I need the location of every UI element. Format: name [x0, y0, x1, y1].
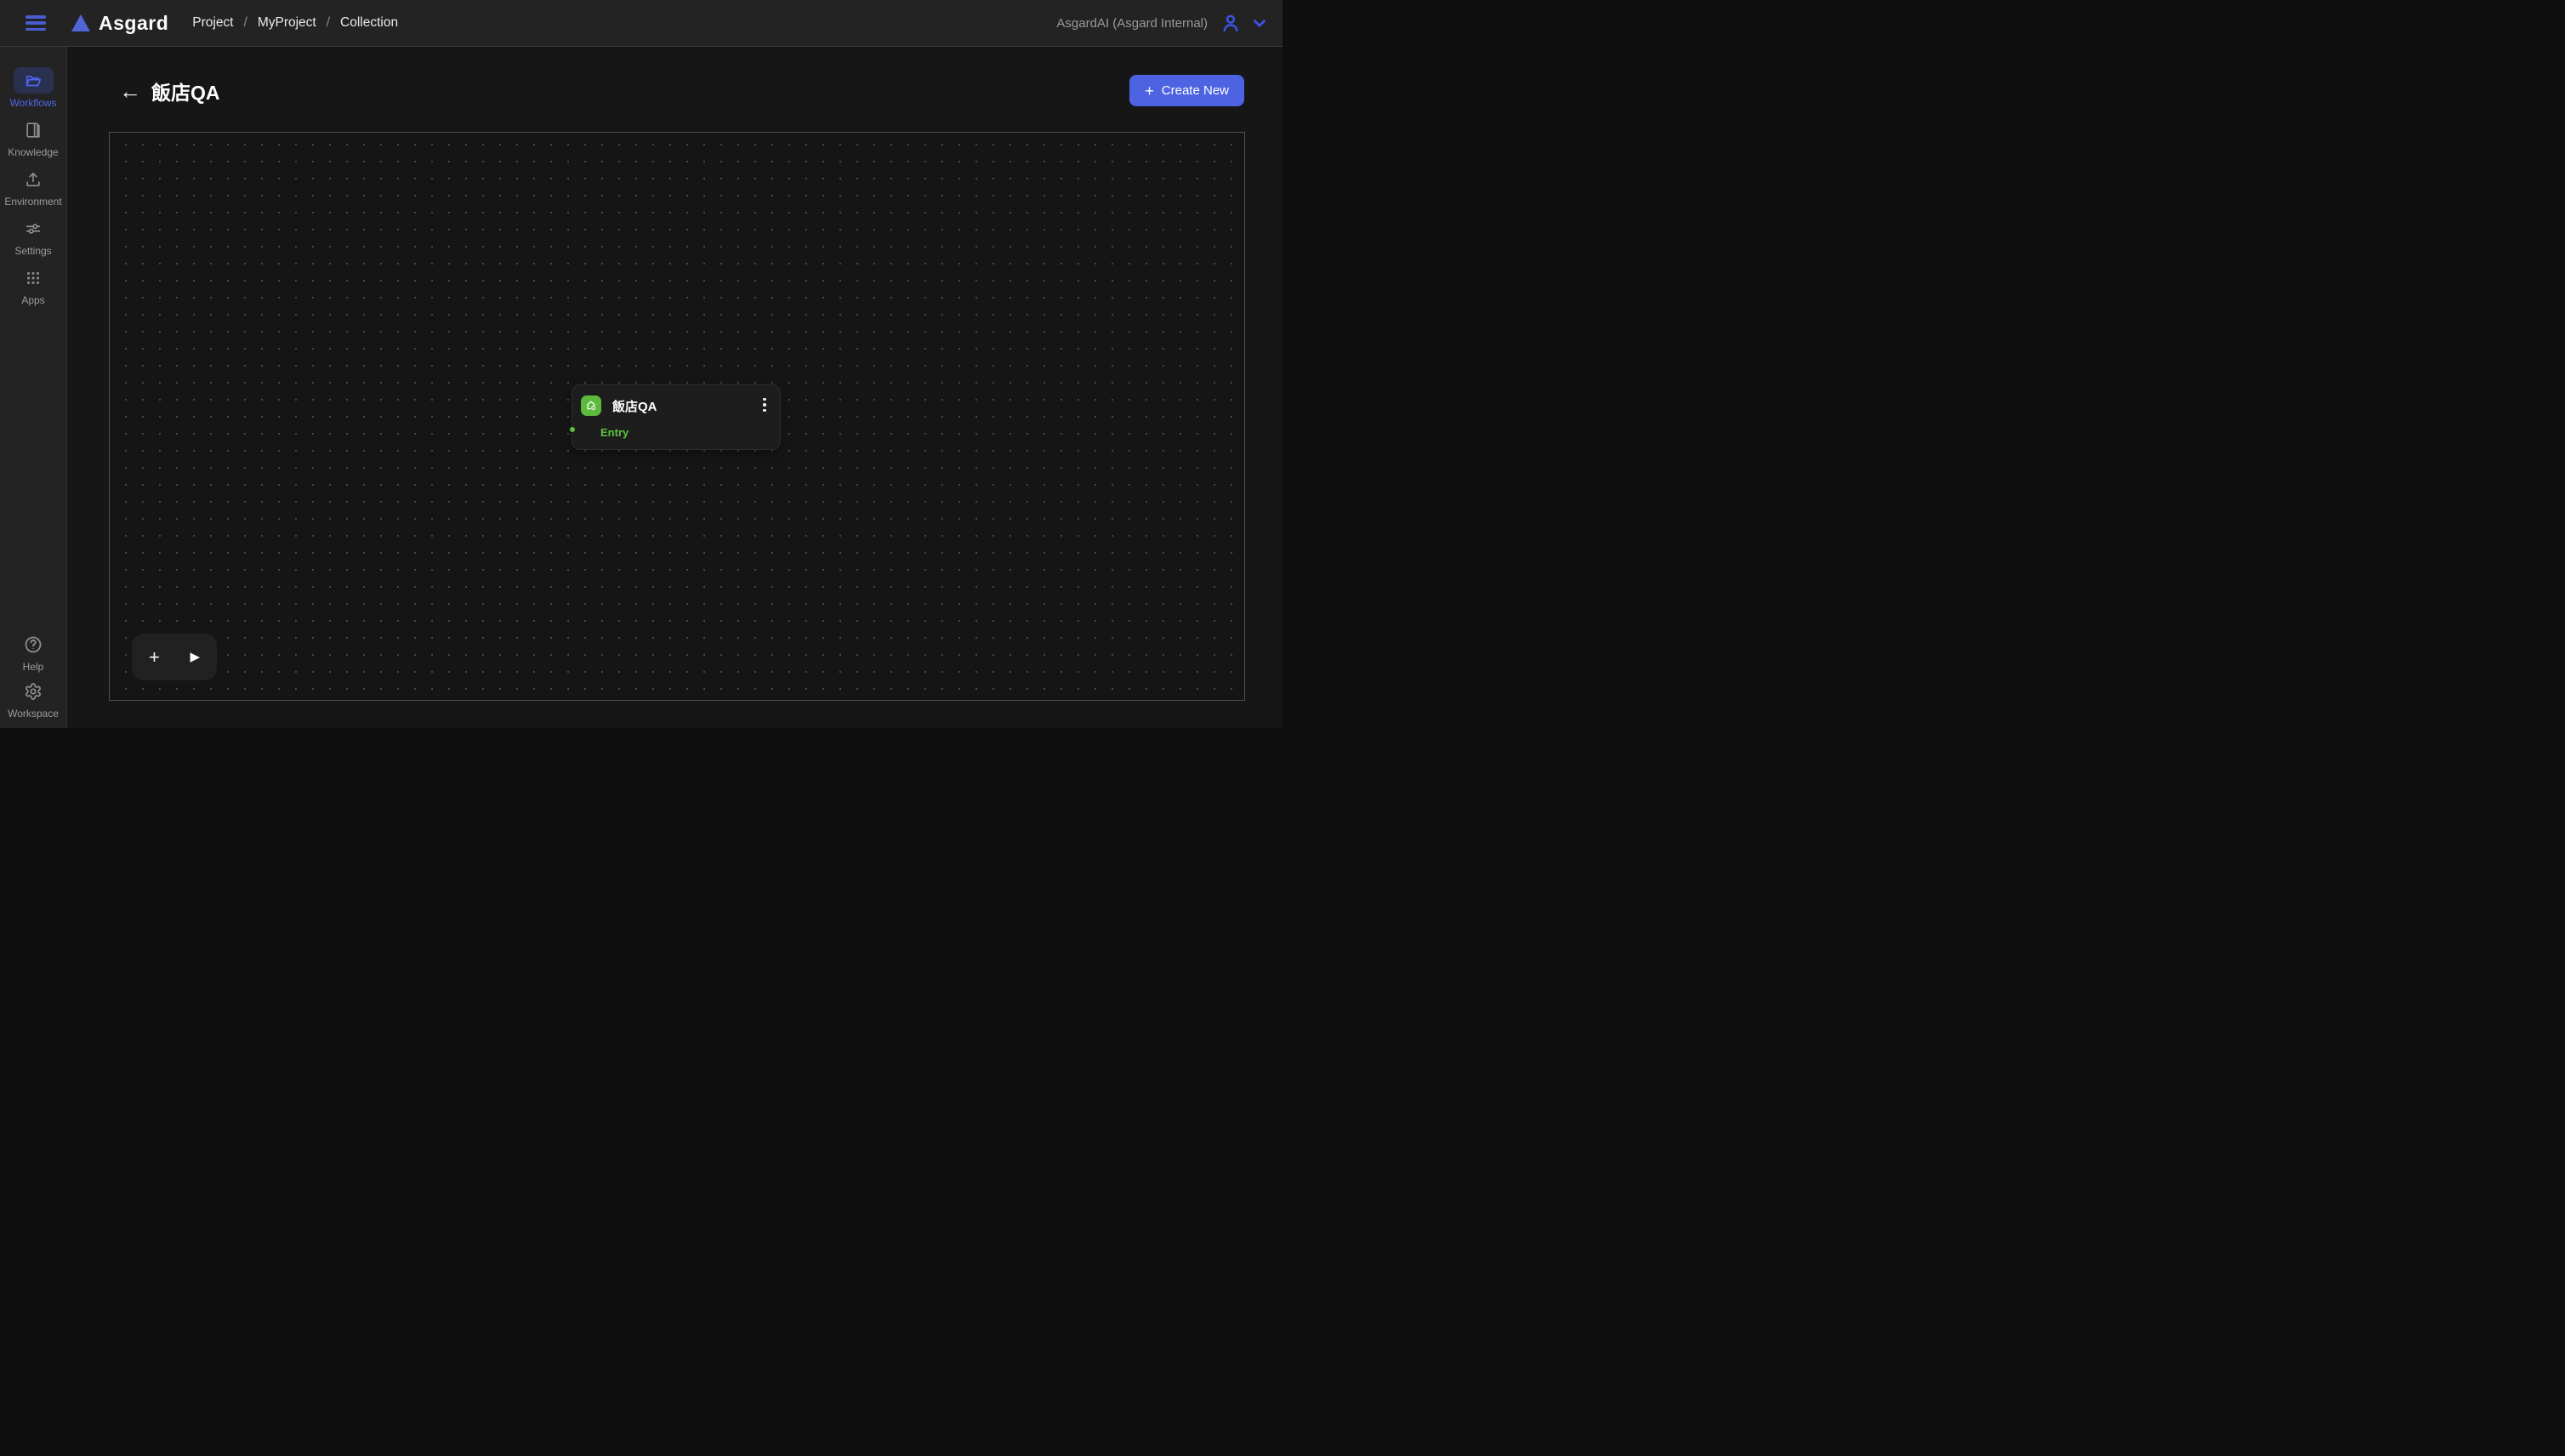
- sidebar-item-label: Workflows: [9, 97, 56, 109]
- sidebar-bottom: Help Workspace: [0, 631, 66, 728]
- run-workflow-button[interactable]: ▶: [190, 651, 200, 663]
- sidebar-item-label: Knowledge: [8, 146, 58, 158]
- app-root: Asgard Project / MyProject / Collection …: [0, 0, 1282, 728]
- breadcrumb-collection[interactable]: Collection: [340, 15, 398, 31]
- add-node-button[interactable]: +: [149, 648, 160, 667]
- canvas-toolbar: + ▶: [132, 634, 217, 680]
- sidebar-item-label: Environment: [4, 196, 61, 208]
- breadcrumb-separator: /: [327, 15, 330, 31]
- node-port-row: Entry: [600, 425, 628, 441]
- create-new-button[interactable]: + Create New: [1129, 75, 1244, 106]
- entry-port-connector[interactable]: [570, 427, 575, 432]
- sliders-icon: [24, 219, 43, 238]
- node-head: 飯店QA: [581, 395, 657, 416]
- grid-dots-icon: [24, 269, 43, 287]
- breadcrumb-project[interactable]: Project: [192, 15, 233, 31]
- sidebar-item-workspace[interactable]: Workspace: [0, 678, 66, 719]
- sidebar: Workflows Knowledge Environment: [0, 47, 67, 728]
- triangle-logo-icon: [71, 14, 90, 31]
- breadcrumb: Project / MyProject / Collection: [192, 15, 398, 31]
- brand-logo[interactable]: Asgard: [71, 12, 168, 35]
- account-menu[interactable]: AsgardAI (Asgard Internal): [1056, 12, 1269, 34]
- chevron-down-icon: [1250, 14, 1269, 32]
- question-circle-icon: [23, 634, 43, 655]
- workflow-canvas[interactable]: 飯店QA Entry + ▶: [109, 132, 1245, 701]
- account-label: AsgardAI (Asgard Internal): [1056, 16, 1208, 31]
- sidebar-item-label: Workspace: [8, 708, 59, 719]
- gear-icon: [23, 681, 43, 702]
- plus-icon: +: [1145, 83, 1154, 99]
- sidebar-item-apps[interactable]: Apps: [0, 264, 66, 306]
- back-button[interactable]: ←: [117, 77, 144, 105]
- user-icon: [1220, 12, 1242, 34]
- main-header: ← 飯店QA + Create New: [67, 47, 1282, 132]
- entry-port-label: Entry: [600, 426, 628, 439]
- workflow-node-card[interactable]: 飯店QA Entry: [572, 384, 781, 450]
- create-new-label: Create New: [1162, 83, 1229, 98]
- sidebar-item-help[interactable]: Help: [0, 631, 66, 673]
- node-title: 飯店QA: [612, 397, 657, 415]
- brand-name: Asgard: [99, 12, 168, 35]
- sidebar-item-label: Help: [23, 661, 44, 673]
- sidebar-item-settings[interactable]: Settings: [0, 215, 66, 257]
- breadcrumb-separator: /: [244, 15, 247, 31]
- sidebar-item-label: Apps: [21, 294, 44, 306]
- topbar: Asgard Project / MyProject / Collection …: [0, 0, 1282, 47]
- sidebar-item-workflows[interactable]: Workflows: [0, 67, 66, 109]
- sidebar-item-knowledge[interactable]: Knowledge: [0, 117, 66, 158]
- page-title: 飯店QA: [151, 77, 220, 105]
- upload-icon: [24, 170, 43, 189]
- book-icon: [24, 121, 43, 139]
- open-folder-icon: [24, 71, 43, 90]
- sidebar-item-environment[interactable]: Environment: [0, 166, 66, 208]
- hamburger-menu-icon[interactable]: [26, 15, 46, 31]
- kebab-menu-icon[interactable]: [756, 394, 773, 416]
- sidebar-item-label: Settings: [14, 245, 51, 257]
- breadcrumb-myproject[interactable]: MyProject: [258, 15, 316, 31]
- home-plus-icon: [581, 395, 601, 416]
